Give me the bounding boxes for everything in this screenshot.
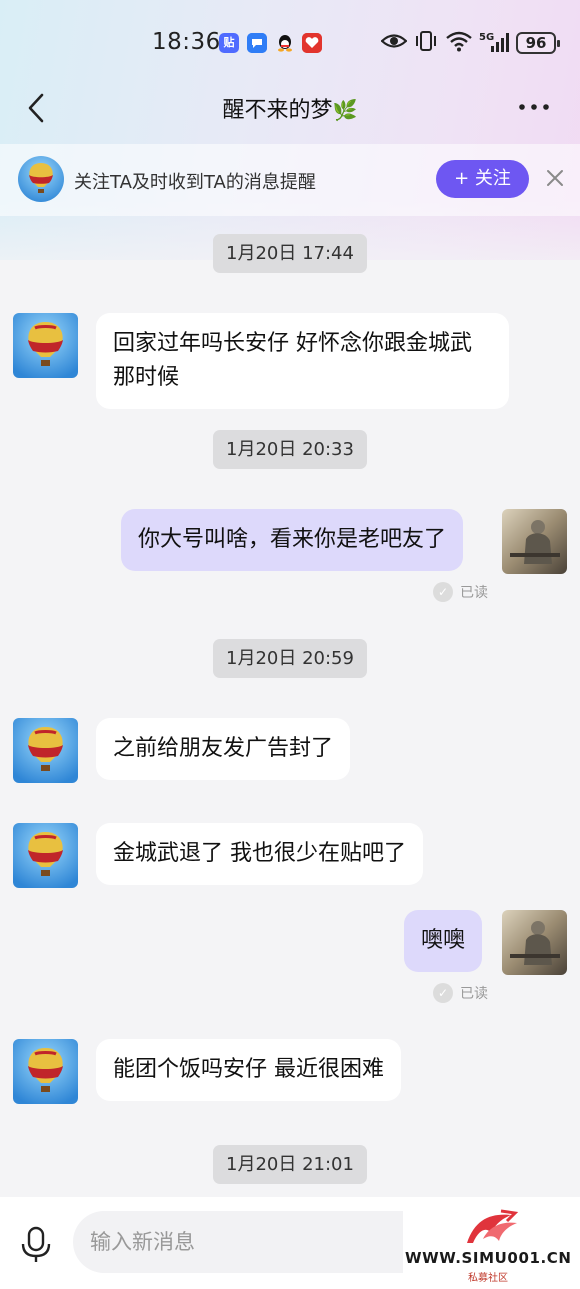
check-icon: ✓: [433, 983, 453, 1003]
close-banner-button[interactable]: [543, 166, 567, 190]
vibrate-icon: [414, 30, 438, 57]
microphone-icon: [21, 1226, 51, 1262]
eye-icon: [380, 30, 408, 57]
message-bubble-received[interactable]: 能团个饭吗安仔 最近很困难: [96, 1039, 401, 1101]
follow-banner: 关注TA及时收到TA的消息提醒 + 关注: [0, 144, 580, 216]
message-icon: [247, 33, 267, 53]
my-avatar[interactable]: [502, 509, 567, 574]
follow-avatar: [18, 156, 64, 202]
read-receipt: ✓ 已读: [433, 983, 488, 1003]
user-photo-avatar-icon: [502, 910, 567, 975]
balloon-avatar-icon: [13, 313, 78, 378]
qq-icon: [275, 33, 295, 53]
my-avatar[interactable]: [502, 910, 567, 975]
message-timestamp: 1月20日 20:59: [213, 639, 367, 678]
tieba-icon: 贴: [219, 33, 239, 53]
svg-text:5G: 5G: [479, 32, 494, 43]
message-bubble-received[interactable]: 金城武退了 我也很少在贴吧了: [96, 823, 423, 885]
watermark-url: WWW.SIMU001.CN: [405, 1249, 572, 1267]
check-icon: ✓: [433, 582, 453, 602]
leaf-emoji: 🌿: [332, 98, 358, 122]
app-icon: [302, 33, 322, 53]
voice-input-button[interactable]: [17, 1225, 55, 1265]
status-bar: 18:36 贴 5G 96: [0, 0, 580, 86]
balloon-avatar-icon: [18, 156, 64, 202]
message-timestamp: 1月20日 21:01: [213, 1145, 367, 1184]
watermark-logo-icon: [467, 1209, 519, 1243]
message-timestamp: 1月20日 17:44: [213, 234, 367, 273]
more-options-button[interactable]: [514, 92, 554, 122]
more-dots-icon: [519, 104, 549, 110]
read-status-text: 已读: [460, 585, 488, 601]
follow-prompt-text: 关注TA及时收到TA的消息提醒: [74, 172, 316, 193]
watermark: WWW.SIMU001.CN 私募社区: [403, 1207, 580, 1289]
read-receipt: ✓ 已读: [433, 582, 488, 602]
signal-icon: 5G: [479, 30, 509, 58]
chat-title-text: 醒不来的梦: [222, 98, 333, 123]
battery-indicator: 96: [516, 32, 560, 54]
message-bubble-sent[interactable]: 噢噢: [404, 910, 483, 972]
status-time: 18:36: [152, 29, 221, 55]
watermark-name: 私募社区: [468, 1273, 508, 1284]
message-bubble-received[interactable]: 回家过年吗长安仔 好怀念你跟金城武那时候: [96, 313, 509, 409]
message-bubble-received[interactable]: 之前给朋友发广告封了: [96, 718, 351, 780]
balloon-avatar-icon: [13, 718, 78, 783]
contact-avatar[interactable]: [13, 1039, 78, 1104]
close-icon: [547, 170, 563, 186]
read-status-text: 已读: [460, 986, 488, 1002]
chat-title: 醒不来的梦🌿: [0, 92, 580, 124]
contact-avatar[interactable]: [13, 823, 78, 888]
contact-avatar[interactable]: [13, 718, 78, 783]
message-bubble-sent[interactable]: 你大号叫啥，看来你是老吧友了: [121, 509, 464, 571]
wifi-icon: [446, 30, 472, 57]
user-photo-avatar-icon: [502, 509, 567, 574]
follow-button[interactable]: + 关注: [436, 160, 529, 198]
contact-avatar[interactable]: [13, 313, 78, 378]
balloon-avatar-icon: [13, 1039, 78, 1104]
balloon-avatar-icon: [13, 823, 78, 888]
message-timestamp: 1月20日 20:33: [213, 430, 367, 469]
